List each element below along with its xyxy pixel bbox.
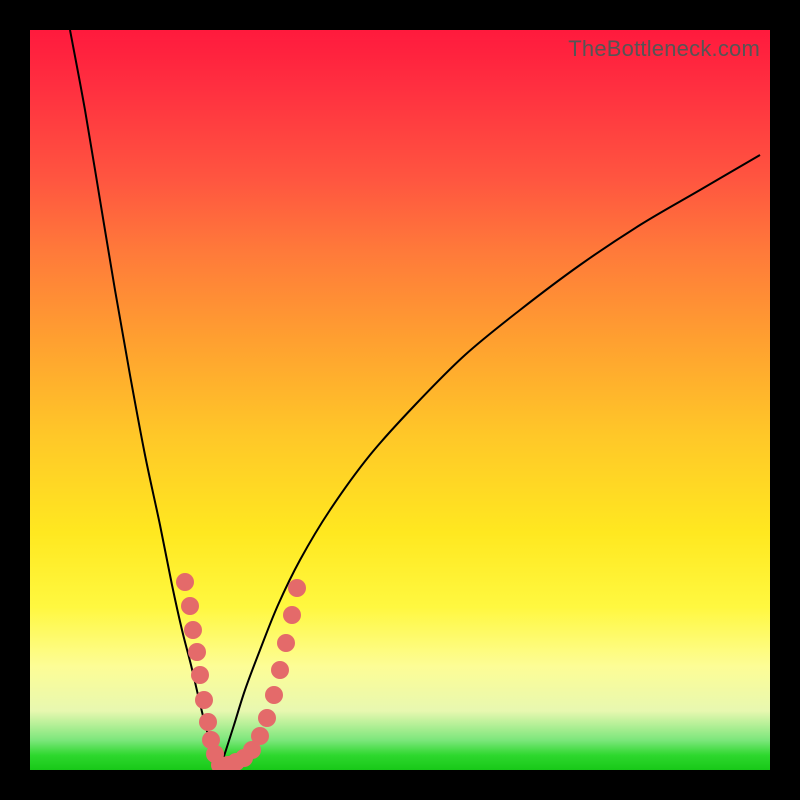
data-dot — [188, 643, 206, 661]
data-dot — [258, 709, 276, 727]
data-dot — [271, 661, 289, 679]
data-dot — [181, 597, 199, 615]
data-dot — [195, 691, 213, 709]
data-dot — [288, 579, 306, 597]
data-dot — [191, 666, 209, 684]
plot-area: TheBottleneck.com — [30, 30, 770, 770]
data-dot — [184, 621, 202, 639]
data-dot — [283, 606, 301, 624]
data-dot — [265, 686, 283, 704]
dots-layer — [30, 30, 770, 770]
dots-group — [176, 573, 306, 770]
data-dot — [199, 713, 217, 731]
data-dot — [251, 727, 269, 745]
chart-frame: TheBottleneck.com — [0, 0, 800, 800]
data-dot — [277, 634, 295, 652]
data-dot — [176, 573, 194, 591]
